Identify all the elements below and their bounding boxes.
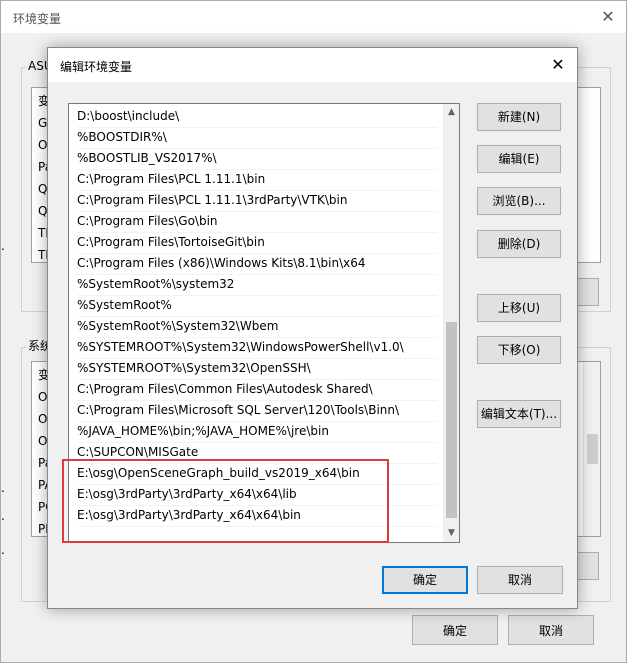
list-item[interactable]: %SystemRoot%\system32 <box>77 274 437 296</box>
list-item[interactable]: C:\Program Files\Microsoft SQL Server\12… <box>77 400 437 422</box>
dialog-close-icon[interactable]: ✕ <box>544 52 572 78</box>
list-item[interactable]: C:\Program Files\Common Files\Autodesk S… <box>77 379 437 401</box>
left-edge-fragment: . <box>1 239 5 253</box>
scroll-up-icon[interactable]: ▲ <box>443 104 459 121</box>
scroll-down-icon[interactable]: ▼ <box>443 525 459 542</box>
list-item[interactable]: C:\Program Files\Go\bin <box>77 211 437 233</box>
delete-button[interactable]: 删除(D) <box>477 230 561 258</box>
list-item[interactable]: C:\Program Files\TortoiseGit\bin <box>77 232 437 254</box>
left-edge-fragment: . <box>1 481 5 495</box>
list-item[interactable]: C:\Program Files (x86)\Windows Kits\8.1\… <box>77 253 437 275</box>
parent-close-icon[interactable]: ✕ <box>593 4 623 30</box>
browse-button[interactable]: 浏览(B)... <box>477 187 561 215</box>
highlight-annotation-box <box>62 459 389 543</box>
path-list-scroll-thumb[interactable] <box>446 322 457 518</box>
cancel-button[interactable]: 取消 <box>477 566 563 594</box>
parent-ok-button[interactable]: 确定 <box>412 615 498 645</box>
parent-window-title: 环境变量 <box>13 12 62 26</box>
list-item[interactable]: %SystemRoot%\System32\Wbem <box>77 316 437 338</box>
move-up-button[interactable]: 上移(U) <box>477 294 561 322</box>
system-list-scrollbar[interactable] <box>583 362 600 536</box>
system-list-scroll-thumb[interactable] <box>587 434 598 464</box>
list-item[interactable]: D:\boost\include\ <box>77 106 437 128</box>
list-item[interactable]: %SYSTEMROOT%\System32\OpenSSH\ <box>77 358 437 380</box>
list-item[interactable]: %SYSTEMROOT%\System32\WindowsPowerShell\… <box>77 337 437 359</box>
move-down-button[interactable]: 下移(O) <box>477 336 561 364</box>
left-edge-fragment: . <box>1 543 5 557</box>
edit-button[interactable]: 编辑(E) <box>477 145 561 173</box>
list-item[interactable]: %BOOSTLIB_VS2017%\ <box>77 148 437 170</box>
path-list-scrollbar[interactable]: ▲ ▼ <box>443 104 459 542</box>
parent-titlebar: 环境变量 ✕ <box>1 1 626 33</box>
new-button[interactable]: 新建(N) <box>477 103 561 131</box>
edit-text-button[interactable]: 编辑文本(T)... <box>477 400 561 428</box>
list-item[interactable]: C:\Program Files\PCL 1.11.1\3rdParty\VTK… <box>77 190 437 212</box>
ok-button[interactable]: 确定 <box>382 566 468 594</box>
edit-environment-variable-dialog: 编辑环境变量 ✕ D:\boost\include\ %BOOSTDIR%\ %… <box>47 47 578 609</box>
list-item[interactable]: %JAVA_HOME%\bin;%JAVA_HOME%\jre\bin <box>77 421 437 443</box>
list-item[interactable]: %BOOSTDIR%\ <box>77 127 437 149</box>
list-item[interactable]: %SystemRoot% <box>77 295 437 317</box>
parent-cancel-button[interactable]: 取消 <box>508 615 594 645</box>
dialog-title: 编辑环境变量 <box>60 60 133 74</box>
left-edge-fragment: . <box>1 509 5 523</box>
dialog-titlebar: 编辑环境变量 ✕ <box>48 48 577 82</box>
list-item[interactable]: C:\Program Files\PCL 1.11.1\bin <box>77 169 437 191</box>
